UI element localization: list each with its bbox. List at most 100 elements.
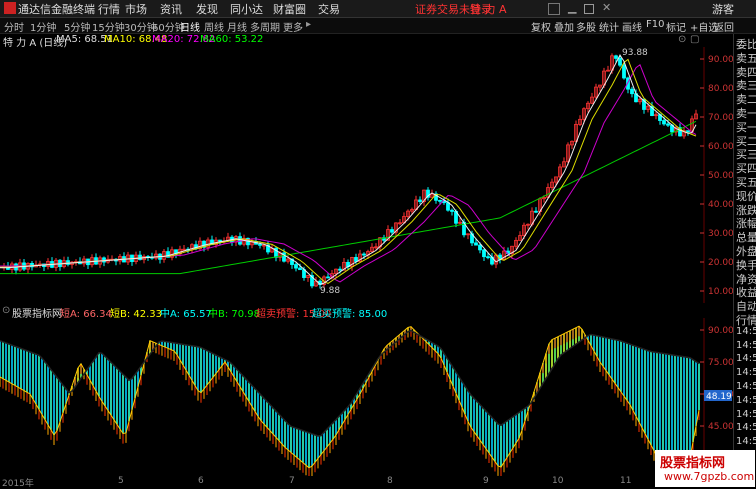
quote-side-panel: 委比 卖五 卖四 卖三 卖二 卖一 买一 买二 买三 买四 买五 现价 涨跌 涨幅 总量 外盘 换手 净资 收益 自动… — [733, 34, 756, 487]
menu-caifuquan[interactable]: 财富圈 — [273, 1, 306, 17]
indicator-bars — [0, 326, 700, 476]
side-panel-label: 14:50 — [736, 394, 756, 406]
candle-body — [474, 242, 478, 246]
candle-body — [218, 239, 222, 242]
candle-body — [362, 253, 366, 256]
user-label[interactable]: 游客 — [712, 1, 734, 17]
stock-name: 特 力 A — [470, 3, 507, 16]
price-axis: 90.00 80.00 70.00 60.00 50.00 40.00 30.00 20.00… — [700, 55, 733, 297]
indicator-tick: 90.00 — [708, 326, 733, 336]
ma60-label: MA60: 53.22 — [200, 34, 264, 45]
app-logo-icon — [4, 2, 16, 14]
period-5min[interactable]: 5分钟 — [64, 19, 90, 34]
candle-body — [662, 120, 666, 125]
price-tick: 20.00 — [708, 258, 733, 268]
candle-body — [622, 64, 626, 79]
menu-shichang[interactable]: 市场 — [125, 1, 147, 17]
menu-zixun[interactable]: 资讯 — [160, 1, 182, 17]
f10-button[interactable]: F10 — [646, 19, 664, 30]
date-tick: 7 — [289, 476, 295, 486]
candle-body — [138, 254, 142, 261]
candle-body — [614, 55, 618, 59]
side-panel-label: 14:50 — [736, 367, 756, 379]
candle-body — [450, 209, 454, 212]
menu-hangqing[interactable]: 行情 — [98, 1, 120, 17]
price-tick: 90.00 — [708, 55, 733, 65]
candle-body — [326, 276, 330, 279]
more-chevron-icon[interactable]: ▸ — [306, 19, 311, 30]
grid-icon[interactable] — [548, 3, 560, 15]
period-month[interactable]: 月线 — [227, 19, 247, 34]
side-panel-label: 14:50 — [736, 325, 756, 337]
maximize-icon[interactable] — [584, 4, 594, 14]
price-tick: 10.00 — [708, 287, 733, 297]
price-tick: 70.00 — [708, 113, 733, 123]
menu-tongxiaoda[interactable]: 同小达 — [230, 1, 263, 17]
watermark: 股票指标网 www.7gpzb.com — [655, 450, 755, 487]
candle-body — [446, 202, 450, 211]
candle-body — [686, 130, 690, 133]
app-name: 通达信金融终端 — [18, 3, 95, 16]
period-1min[interactable]: 1分钟 — [30, 19, 56, 34]
menu-jiaoyi[interactable]: 交易 — [318, 1, 340, 17]
price-tick: 30.00 — [708, 229, 733, 239]
date-tick: 5 — [118, 476, 124, 486]
menu-faxian[interactable]: 发现 — [196, 1, 218, 17]
side-panel-label: 14:50 — [736, 408, 756, 420]
title-bar: 通达信金融终端 行情 市场 资讯 发现 同小达 财富圈 交易 证券交易未登录 特… — [0, 0, 756, 18]
huaxian-button[interactable]: 画线 — [622, 19, 642, 34]
ma60-line — [0, 120, 697, 275]
side-panel-label: 14:50 — [736, 422, 756, 434]
watermark-title: 股票指标网 — [660, 456, 726, 471]
date-tick: 10 — [552, 476, 564, 486]
indicator-info-line: ⊙ 股票指标网 短A: 66.34 短B: 42.33 中A: 65.57 中B… — [0, 305, 705, 320]
expand-icon[interactable]: ▢ — [690, 34, 699, 45]
indicator-tick: 75.00 — [708, 358, 733, 368]
candle-body — [298, 267, 302, 271]
price-tick: 60.00 — [708, 142, 733, 152]
indicator-chart[interactable]: 90.0075.0060.0045.0030.00 48.19 — [0, 318, 733, 476]
candle-body — [418, 199, 422, 202]
side-panel-label: 14:50 — [736, 339, 756, 351]
high-annotation: 93.88 — [622, 48, 648, 58]
candle-body — [618, 58, 622, 66]
price-tick: 40.00 — [708, 200, 733, 210]
date-tick: 2015年 — [2, 479, 34, 489]
ma5-line — [0, 54, 697, 285]
period-more[interactable]: 更多 — [283, 19, 303, 34]
close-icon[interactable]: ✕ — [602, 1, 611, 14]
candle-body — [338, 268, 342, 271]
indicator-settings-icon[interactable]: ⊙ — [2, 305, 10, 316]
period-fenshi[interactable]: 分时 — [4, 19, 24, 34]
duogu-button[interactable]: 多股 — [576, 19, 596, 34]
side-panel-label: 14:50 — [736, 381, 756, 392]
tongji-button[interactable]: 统计 — [599, 19, 619, 34]
period-multi[interactable]: 多周期 — [250, 19, 280, 34]
candle-body — [630, 88, 634, 95]
low-annotation: 9.88 — [320, 286, 340, 296]
date-tick: 11 — [620, 476, 632, 486]
settings-icon[interactable]: ⊙ — [678, 34, 686, 45]
candle-body — [482, 249, 486, 258]
fuquan-button[interactable]: 复权 — [531, 19, 551, 34]
period-week[interactable]: 周线 — [204, 19, 224, 34]
period-day[interactable]: 日线 — [180, 19, 200, 34]
date-axis: 2015年 5 6 7 8 9 10 11 12 — [0, 476, 733, 489]
date-tick: 6 — [198, 476, 204, 486]
period-15min[interactable]: 15分钟 — [92, 19, 125, 34]
candle-body — [390, 229, 394, 233]
indicator-tick: 45.00 — [708, 422, 733, 432]
candle-body — [666, 123, 670, 126]
diejia-button[interactable]: 叠加 — [554, 19, 574, 34]
ma-info-line: 特 力 A (日线) MA5: 68.51 MA10: 68.48 MA20: … — [0, 34, 705, 49]
candlestick-series — [2, 53, 698, 289]
back-button[interactable]: 返回 — [714, 19, 734, 34]
date-tick: 9 — [483, 476, 489, 486]
biaoji-button[interactable]: 标记 — [666, 19, 686, 34]
candle-body — [478, 244, 482, 251]
price-tick: 50.00 — [708, 171, 733, 181]
price-chart[interactable]: 93.88 9.88 90.00 80.00 70.00 60.00 50.00 40.0… — [0, 47, 733, 303]
price-tick: 80.00 — [708, 84, 733, 94]
minimize-icon[interactable]: ▁ — [568, 1, 576, 14]
candle-body — [486, 256, 490, 259]
